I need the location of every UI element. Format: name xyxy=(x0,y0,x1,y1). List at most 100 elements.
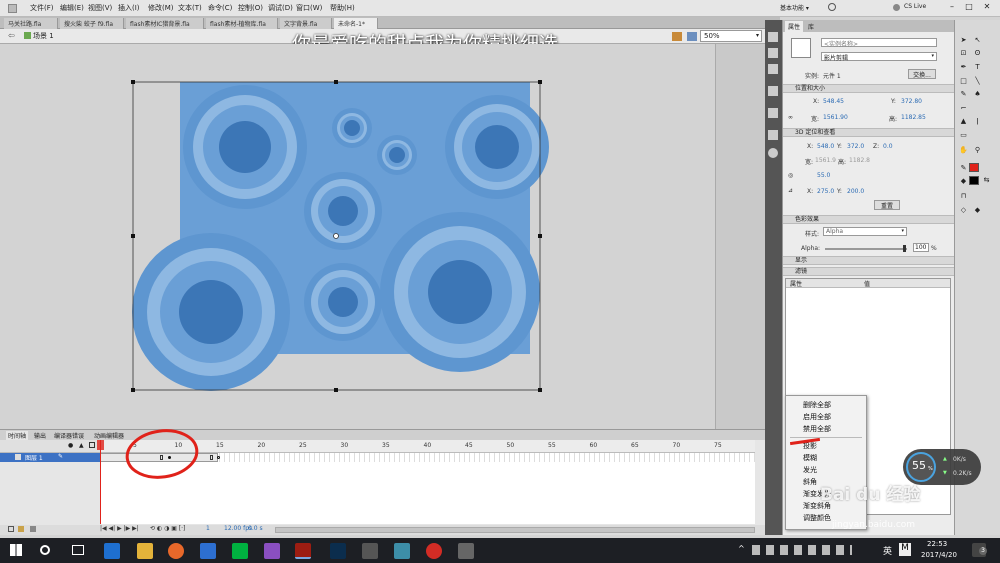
photoshop-icon[interactable] xyxy=(330,543,346,559)
resize-handle-tr[interactable] xyxy=(538,80,542,84)
clock-date[interactable]: 2017/4/20 xyxy=(921,551,957,559)
info-panel-icon[interactable] xyxy=(768,108,778,118)
doc-tab[interactable]: 马关社路.fla xyxy=(4,18,58,29)
resize-handle-bl[interactable] xyxy=(131,388,135,392)
resize-handle-mr[interactable] xyxy=(538,234,542,238)
new-layer-icon[interactable] xyxy=(8,526,14,532)
vanishing-y-value[interactable]: 200.0 xyxy=(847,188,864,195)
menu-item[interactable]: 编辑(E) xyxy=(60,3,84,13)
section-color-effect[interactable]: 色彩效果 xyxy=(783,215,955,224)
fill-color-swatch[interactable] xyxy=(969,176,979,185)
symbol-type-select[interactable]: 影片剪辑 ▾ xyxy=(821,52,937,62)
notification-button[interactable]: 3 xyxy=(972,543,987,557)
netease-music-icon[interactable] xyxy=(426,543,442,559)
app-icon-blue[interactable] xyxy=(200,543,216,559)
menu-item[interactable]: 调试(D) xyxy=(268,3,293,13)
maximize-button[interactable]: □ xyxy=(962,2,976,14)
layer-name[interactable]: 图层 1 xyxy=(25,453,43,462)
resize-handle-tc[interactable] xyxy=(334,80,338,84)
edit-symbol-icon[interactable] xyxy=(687,32,697,41)
bone-tool-icon[interactable]: ⌐ xyxy=(959,104,968,113)
playhead[interactable] xyxy=(100,440,101,524)
ime-mode-icon[interactable]: M xyxy=(899,543,911,556)
section-display[interactable]: 显示 xyxy=(783,256,955,265)
clock-time[interactable]: 22:53 xyxy=(927,540,947,548)
align-panel-icon[interactable] xyxy=(768,86,778,96)
workspace-switcher[interactable]: 基本功能 ▾ xyxy=(780,3,809,12)
subselection-tool-icon[interactable]: ↖ xyxy=(973,36,982,45)
alpha-input[interactable]: 100 xyxy=(913,243,929,252)
firefox-icon[interactable] xyxy=(168,543,184,559)
menu-item-enable-all[interactable]: 启用全部 xyxy=(786,411,866,423)
layer-row[interactable]: 图层 1 ✎ xyxy=(0,453,100,462)
x3d-value[interactable]: 548.0 xyxy=(817,143,834,150)
section-position-size[interactable]: 位置和大小 xyxy=(783,84,955,93)
doc-tab[interactable]: 文字背景.fla xyxy=(280,18,332,29)
menu-item[interactable]: 文本(T) xyxy=(178,3,202,13)
selection-tool-icon[interactable]: ➤ xyxy=(959,36,968,45)
delete-layer-icon[interactable] xyxy=(30,526,36,532)
menu-item-disable-all[interactable]: 禁用全部 xyxy=(786,423,866,435)
menu-item[interactable]: 帮助(H) xyxy=(330,3,355,13)
edit-scene-icon[interactable] xyxy=(672,32,682,41)
section-3d[interactable]: 3D 定位和查看 xyxy=(783,128,955,137)
timeline-tab[interactable]: 动画编辑器 xyxy=(94,431,124,440)
camera-icon[interactable] xyxy=(362,543,378,559)
text-tool-icon[interactable]: T xyxy=(973,63,982,72)
stroke-color-icon[interactable]: ✎ xyxy=(959,164,968,173)
straighten-icon[interactable]: ◆ xyxy=(973,206,982,215)
alpha-slider[interactable] xyxy=(825,248,907,250)
minimize-button[interactable]: – xyxy=(945,2,959,14)
tab-library[interactable]: 库 xyxy=(805,21,817,32)
doc-tab[interactable]: flash素材IC猎背景.fla xyxy=(126,18,204,29)
fill-color-icon[interactable]: ◆ xyxy=(959,177,968,186)
doc-tab[interactable]: 未命名-1* xyxy=(334,18,378,29)
vanishing-x-value[interactable]: 275.0 xyxy=(817,188,834,195)
app-icon-teal[interactable] xyxy=(394,543,410,559)
swap-colors-icon[interactable]: ⇆ xyxy=(982,176,991,185)
instance-name-field[interactable]: <实例名称> xyxy=(821,38,937,48)
iqiyi-icon[interactable] xyxy=(232,543,248,559)
y3d-value[interactable]: 372.0 xyxy=(847,143,864,150)
stage-shape[interactable] xyxy=(0,44,715,429)
keyframe-4[interactable] xyxy=(217,456,220,459)
close-button[interactable]: ✕ xyxy=(980,2,994,14)
playhead-handle[interactable] xyxy=(97,440,104,450)
ime-indicator[interactable]: 英 xyxy=(883,544,892,557)
pen-tool-icon[interactable]: ✒ xyxy=(959,63,968,72)
file-explorer-icon[interactable] xyxy=(137,543,153,559)
width-value[interactable]: 1561.90 xyxy=(823,114,848,121)
back-arrow-icon[interactable]: ⇦ xyxy=(8,31,15,40)
onion-skin-icons[interactable]: ⟲ ◐ ◑ ▣ [·] xyxy=(150,525,185,532)
link-icon[interactable]: ∞ xyxy=(788,114,793,121)
task-view-icon[interactable] xyxy=(72,545,84,555)
search-icon[interactable] xyxy=(40,545,50,555)
height-value[interactable]: 1182.85 xyxy=(901,114,926,121)
menu-item[interactable]: 命令(C) xyxy=(208,3,232,13)
free-transform-tool-icon[interactable]: ⊡ xyxy=(959,49,968,58)
timeline-tab[interactable]: 编译器错误 xyxy=(54,431,84,440)
transform-panel-icon[interactable] xyxy=(768,64,778,74)
brush-tool-icon[interactable]: ♠ xyxy=(973,90,982,99)
z3d-value[interactable]: 0.0 xyxy=(883,143,893,150)
swap-button[interactable]: 交换... xyxy=(908,69,936,79)
motion-presets-icon[interactable] xyxy=(768,130,778,140)
stage-scrollbar[interactable] xyxy=(715,44,765,429)
tab-properties[interactable]: 属性 xyxy=(785,21,804,32)
doc-tab[interactable]: 搜火柴 蛟子 f9.fla xyxy=(60,18,124,29)
start-button[interactable] xyxy=(10,544,22,556)
menu-item-glow[interactable]: 发光 xyxy=(786,464,866,476)
timeline-tab[interactable]: 时间轴 xyxy=(6,431,29,440)
menu-item[interactable]: 修改(M) xyxy=(148,3,174,13)
section-filters[interactable]: 滤镜 xyxy=(783,267,955,276)
app-icon-mosaic[interactable] xyxy=(264,543,280,559)
user-avatar-icon[interactable] xyxy=(458,543,474,559)
menu-item[interactable]: 控制(O) xyxy=(238,3,263,13)
tray-chevron-icon[interactable]: ^ xyxy=(738,544,745,553)
new-folder-icon[interactable] xyxy=(18,526,24,532)
resize-handle-ml[interactable] xyxy=(131,234,135,238)
timeline-scrollbar[interactable] xyxy=(275,527,755,533)
alpha-slider-thumb[interactable] xyxy=(903,245,906,252)
outline-icon[interactable] xyxy=(89,442,95,448)
menu-item[interactable]: 视图(V) xyxy=(88,3,112,13)
